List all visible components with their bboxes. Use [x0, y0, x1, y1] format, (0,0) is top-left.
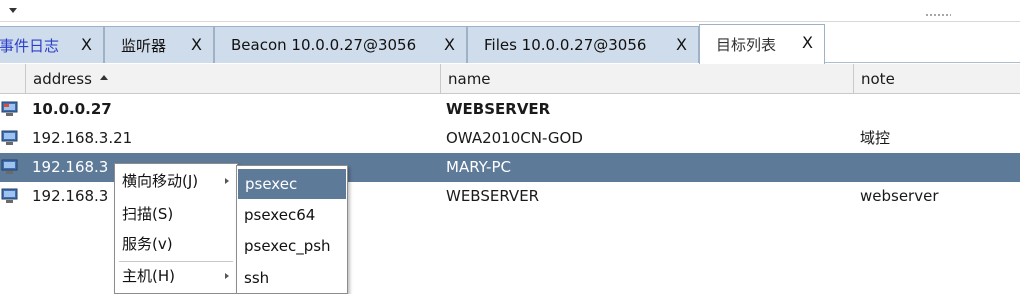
sort-ascending-icon [99, 75, 108, 80]
cell-address: 192.168.3.21 [32, 129, 133, 147]
windows-host-icon [1, 159, 18, 174]
close-icon[interactable]: X [802, 33, 813, 52]
column-header-address[interactable]: address [25, 64, 440, 94]
menu-item-label: 主机(H) [122, 267, 175, 285]
tab-event-log[interactable]: 事件日志 X [0, 26, 104, 63]
column-label: note [861, 70, 895, 88]
close-icon[interactable]: X [191, 35, 202, 54]
column-label: address [33, 70, 92, 88]
cell-name: WEBSERVER [446, 100, 551, 118]
top-strip [0, 0, 1020, 22]
submenu-item-psexec[interactable]: psexec [238, 169, 346, 199]
tab-label: 目标列表 [716, 36, 777, 54]
tab-targets[interactable]: 目标列表 X [699, 24, 825, 64]
windows-host-icon [1, 130, 18, 145]
submenu-item-label: psexec64 [244, 206, 316, 224]
tab-listeners[interactable]: 监听器 X [104, 26, 214, 63]
cell-name: WEBSERVER [446, 187, 540, 205]
cell-note: webserver [860, 187, 939, 205]
menu-item-label: 服务(v) [122, 235, 173, 253]
column-header-note[interactable]: note [853, 64, 1020, 94]
submenu-arrow-icon [225, 178, 229, 184]
windows-host-icon [1, 188, 18, 203]
dropdown-arrow-icon[interactable] [9, 8, 17, 13]
menu-item-label: 横向移动(J) [122, 172, 199, 190]
close-icon[interactable]: X [81, 35, 92, 54]
close-icon[interactable]: X [676, 35, 687, 54]
tab-label: Files 10.0.0.27@3056 [484, 36, 647, 54]
cell-address: 10.0.0.27 [32, 100, 112, 118]
tab-label: 监听器 [121, 36, 167, 55]
windows-host-icon [1, 101, 18, 116]
tab-files[interactable]: Files 10.0.0.27@3056 X [467, 26, 699, 63]
menu-item-scan[interactable]: 扫描(S) [115, 199, 237, 229]
menu-item-host[interactable]: 主机(H) [115, 261, 237, 291]
tab-label: Beacon 10.0.0.27@3056 [231, 36, 417, 54]
table-row[interactable]: 10.0.0.27 WEBSERVER [0, 95, 1020, 124]
header-icon-column[interactable] [0, 64, 25, 94]
cell-note: 域控 [860, 129, 891, 147]
submenu-item-psexec64[interactable]: psexec64 [237, 200, 347, 230]
tab-beacon[interactable]: Beacon 10.0.0.27@3056 X [214, 26, 467, 63]
cell-address: 192.168.3 [32, 187, 109, 205]
cell-name: MARY-PC [446, 158, 511, 176]
menu-item-label: 扫描(S) [122, 205, 174, 223]
table-row[interactable]: 192.168.3.21 OWA2010CN-GOD 域控 [0, 124, 1020, 153]
menu-item-services[interactable]: 服务(v) [115, 229, 237, 259]
submenu-item-label: psexec [245, 175, 298, 193]
cell-address: 192.168.3 [32, 158, 109, 176]
column-header-name[interactable]: name [440, 64, 853, 94]
menu-item-lateral-movement[interactable]: 横向移动(J) [115, 166, 237, 196]
close-icon[interactable]: X [444, 35, 455, 54]
submenu-item-label: psexec_psh [244, 237, 331, 255]
submenu-item-ssh[interactable]: ssh [237, 263, 347, 293]
cell-name: OWA2010CN-GOD [446, 129, 583, 147]
tab-bar: 事件日志 X 监听器 X Beacon 10.0.0.27@3056 X Fil… [0, 22, 1020, 64]
table-header: address name note [0, 64, 1020, 94]
column-label: name [448, 70, 491, 88]
submenu-item-label: ssh [244, 269, 270, 287]
resize-grip-icon[interactable] [925, 13, 951, 17]
submenu-arrow-icon [225, 273, 229, 279]
submenu-item-psexec-psh[interactable]: psexec_psh [237, 231, 347, 261]
context-menu: 横向移动(J) 扫描(S) 服务(v) 主机(H) [114, 163, 238, 294]
tab-label: 事件日志 [0, 36, 60, 55]
lateral-movement-submenu: psexec psexec64 psexec_psh ssh [236, 165, 348, 294]
